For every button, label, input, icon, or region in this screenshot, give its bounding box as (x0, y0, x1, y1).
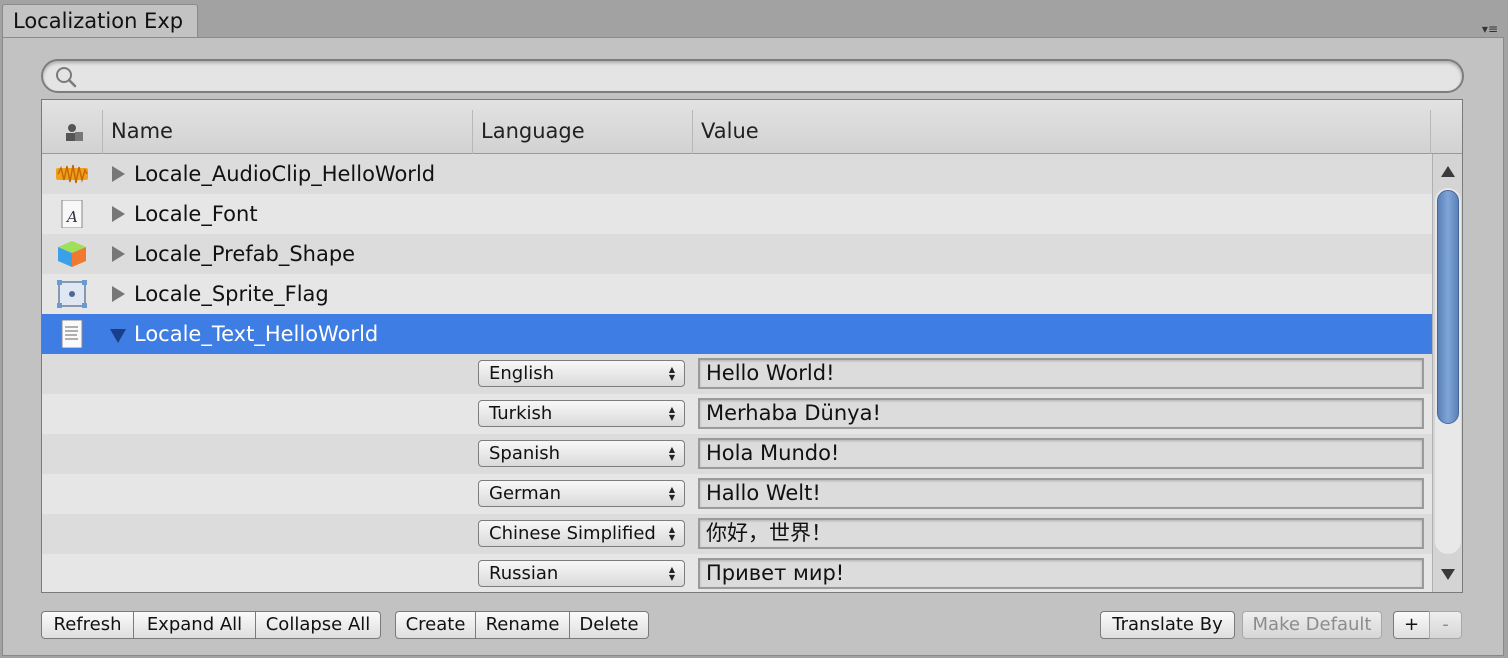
audio-clip-icon (56, 164, 88, 184)
type-column-header[interactable] (42, 110, 102, 154)
tree-item-label: Locale_AudioClip_HelloWorld (134, 162, 436, 186)
language-column-header[interactable]: Language (472, 110, 692, 154)
localization-panel: Name Language Value Locale_AudioClip_Hel… (2, 37, 1504, 656)
tree-item-text[interactable]: Locale_Text_HelloWorld (42, 314, 1432, 354)
value-field[interactable]: Hola Mundo! (698, 438, 1424, 469)
expand-all-button[interactable]: Expand All (133, 611, 256, 639)
window-tab[interactable]: Localization Exp (2, 4, 198, 38)
language-dropdown[interactable]: Chinese Simplified ▲ ▼ (478, 520, 685, 547)
add-button[interactable]: + (1393, 611, 1430, 639)
expand-arrow-icon[interactable] (112, 246, 125, 262)
updown-arrow-icon: ▲ ▼ (668, 405, 676, 422)
language-dropdown-value: Chinese Simplified (489, 523, 656, 544)
translation-row: Russian ▲ ▼ Привет мир! (42, 554, 1432, 592)
font-icon: A (61, 200, 83, 228)
updown-arrow-icon: ▲ ▼ (668, 445, 676, 462)
tree-rows: Locale_AudioClip_HelloWorld A Locale_Fon… (42, 154, 1432, 592)
language-dropdown-value: Russian (489, 563, 559, 584)
tree-item-font[interactable]: A Locale_Font (42, 194, 1432, 234)
sprite-icon (57, 280, 87, 308)
translation-row: Chinese Simplified ▲ ▼ 你好，世界！ (42, 514, 1432, 554)
value-field[interactable]: Привет мир! (698, 558, 1424, 589)
search-icon (56, 67, 77, 88)
translation-row: Spanish ▲ ▼ Hola Mundo! (42, 434, 1432, 474)
language-dropdown[interactable]: Russian ▲ ▼ (478, 560, 685, 587)
translation-row: English ▲ ▼ Hello World! (42, 354, 1432, 394)
translation-row: German ▲ ▼ Hallo Welt! (42, 474, 1432, 514)
value-column-header[interactable]: Value (692, 110, 1430, 154)
language-dropdown[interactable]: English ▲ ▼ (478, 360, 685, 387)
value-field[interactable]: Hallo Welt! (698, 478, 1424, 509)
translate-by-button[interactable]: Translate By (1100, 611, 1235, 639)
language-dropdown-value: Spanish (489, 443, 561, 464)
name-column-header[interactable]: Name (102, 110, 472, 154)
localization-tree: Name Language Value Locale_AudioClip_Hel… (41, 99, 1463, 593)
create-button[interactable]: Create (395, 611, 476, 639)
refresh-button[interactable]: Refresh (41, 611, 134, 639)
vertical-scrollbar[interactable] (1432, 154, 1462, 592)
tab-bar: Localization Exp ▾≡ (0, 0, 1508, 38)
collapse-arrow-icon[interactable] (110, 329, 126, 343)
prefab-cube-icon (58, 241, 86, 267)
search-bar[interactable] (41, 59, 1464, 93)
tree-item-label: Locale_Font (134, 202, 258, 226)
language-dropdown[interactable]: Turkish ▲ ▼ (478, 400, 685, 427)
translation-row: Turkish ▲ ▼ Merhaba Dünya! (42, 394, 1432, 434)
scroll-thumb[interactable] (1437, 190, 1459, 424)
tree-item-label: Locale_Prefab_Shape (134, 242, 356, 266)
search-input[interactable] (81, 63, 1451, 89)
header-spacer (1430, 110, 1462, 154)
updown-arrow-icon: ▲ ▼ (668, 485, 676, 502)
dropdown-list-icon[interactable]: ▾≡ (1468, 22, 1498, 36)
language-dropdown[interactable]: Spanish ▲ ▼ (478, 440, 685, 467)
updown-arrow-icon: ▲ ▼ (668, 565, 676, 582)
asset-type-icon (66, 124, 83, 141)
expand-arrow-icon[interactable] (112, 166, 125, 182)
value-field[interactable]: Merhaba Dünya! (698, 398, 1424, 429)
updown-arrow-icon: ▲ ▼ (668, 365, 676, 382)
table-header: Name Language Value (42, 100, 1462, 154)
svg-text:A: A (65, 208, 78, 226)
tree-item-sprite[interactable]: Locale_Sprite_Flag (42, 274, 1432, 314)
language-dropdown[interactable]: German ▲ ▼ (478, 480, 685, 507)
scroll-track[interactable] (1435, 188, 1461, 554)
expand-arrow-icon[interactable] (112, 286, 125, 302)
remove-button[interactable]: - (1429, 611, 1462, 639)
tree-item-label: Locale_Sprite_Flag (134, 282, 329, 306)
language-dropdown-value: English (489, 363, 554, 384)
value-field[interactable]: 你好，世界！ (698, 518, 1424, 549)
delete-button[interactable]: Delete (569, 611, 649, 639)
expand-arrow-icon[interactable] (112, 206, 125, 222)
tree-item-audioclip[interactable]: Locale_AudioClip_HelloWorld (42, 154, 1432, 194)
language-dropdown-value: Turkish (489, 403, 553, 424)
tree-item-label: Locale_Text_HelloWorld (134, 322, 379, 346)
scroll-up-arrow-icon[interactable] (1441, 166, 1455, 177)
value-field[interactable]: Hello World! (698, 358, 1424, 389)
collapse-all-button[interactable]: Collapse All (255, 611, 381, 639)
updown-arrow-icon: ▲ ▼ (668, 525, 676, 542)
language-dropdown-value: German (489, 483, 562, 504)
text-asset-icon (61, 320, 83, 348)
tree-item-prefab[interactable]: Locale_Prefab_Shape (42, 234, 1432, 274)
make-default-button[interactable]: Make Default (1242, 611, 1382, 639)
rename-button[interactable]: Rename (475, 611, 570, 639)
scroll-down-arrow-icon[interactable] (1441, 569, 1455, 580)
